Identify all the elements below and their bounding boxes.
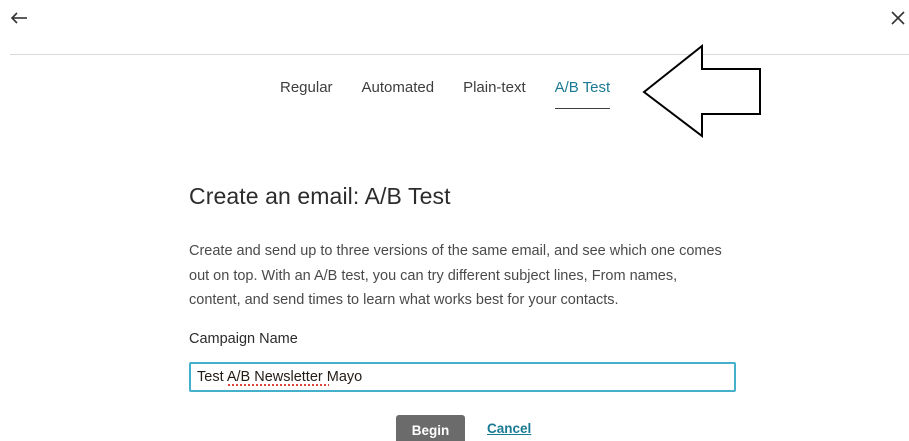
- tab-ab-test[interactable]: A/B Test: [554, 79, 611, 109]
- campaign-name-input[interactable]: [189, 362, 736, 392]
- close-button[interactable]: [888, 6, 908, 28]
- close-icon: [891, 11, 905, 25]
- create-email-page: Regular Automated Plain-text A/B Test Cr…: [0, 0, 909, 441]
- arrow-left-icon: [10, 12, 27, 24]
- back-button[interactable]: [9, 6, 29, 28]
- campaign-type-tabs: Regular Automated Plain-text A/B Test: [280, 79, 611, 109]
- page-description: Create and send up to three versions of …: [189, 243, 722, 308]
- annotation-arrow-icon: [642, 44, 761, 138]
- header-divider: [10, 54, 909, 55]
- tab-plain-text[interactable]: Plain-text: [463, 79, 526, 109]
- campaign-name-label: Campaign Name: [189, 331, 298, 347]
- page-title: Create an email: A/B Test: [189, 183, 451, 209]
- tab-regular[interactable]: Regular: [280, 79, 333, 109]
- begin-button[interactable]: Begin: [396, 415, 465, 441]
- tab-automated[interactable]: Automated: [362, 79, 435, 109]
- cancel-link[interactable]: Cancel: [487, 421, 531, 436]
